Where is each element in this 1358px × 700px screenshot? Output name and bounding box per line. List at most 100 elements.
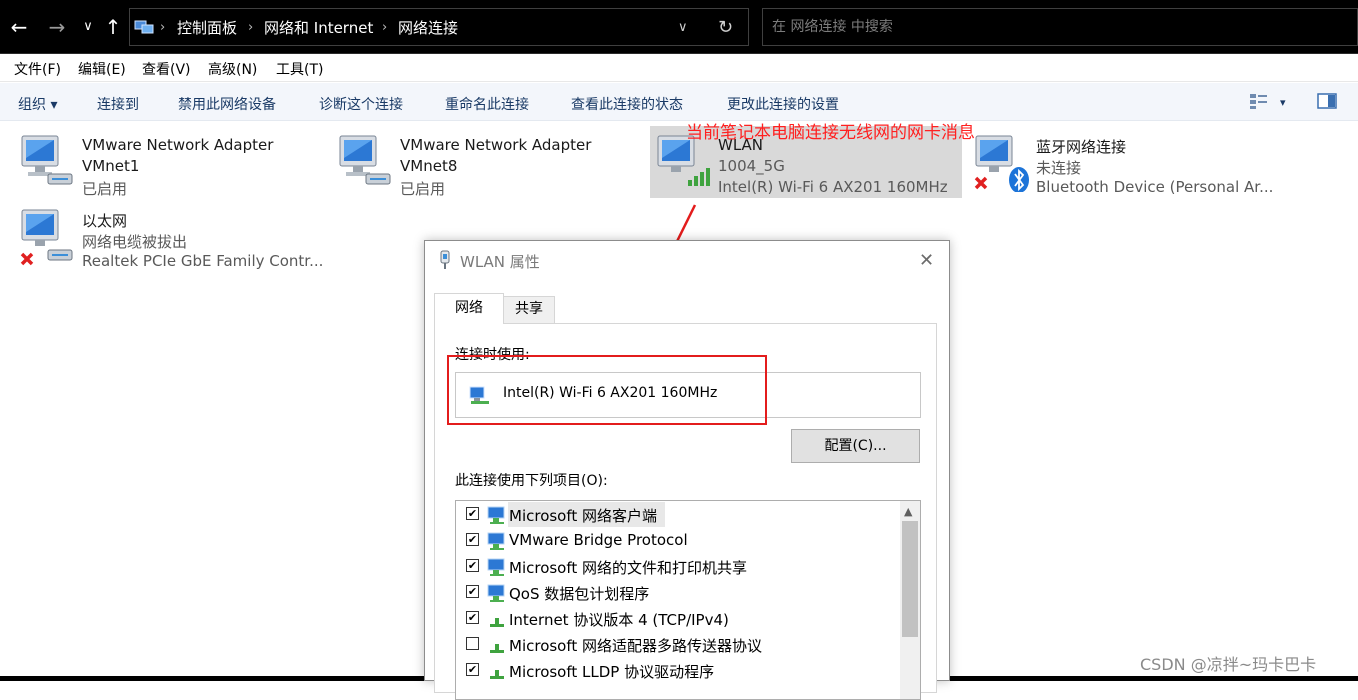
breadcrumb-separator: › xyxy=(248,20,254,35)
breadcrumb-control-panel[interactable]: 控制面板 xyxy=(177,9,237,47)
annotation-highlight-box xyxy=(447,355,767,425)
adapter-status: 已启用 xyxy=(82,180,128,198)
ethernet-adapter-icon xyxy=(20,209,73,266)
breadcrumb-separator: › xyxy=(160,20,166,35)
item-checkbox[interactable]: ✔ xyxy=(466,611,479,624)
list-item[interactable]: ✔ Microsoft 网络的文件和打印机共享 xyxy=(456,554,900,580)
connect-to-button[interactable]: 连接到 xyxy=(97,94,139,114)
tab-sharing[interactable]: 共享 xyxy=(503,296,555,323)
rename-button[interactable]: 重命名此连接 xyxy=(445,94,529,114)
item-label: VMware Bridge Protocol xyxy=(509,531,688,549)
adapter-vmnet1[interactable]: VMware Network Adapter VMnet1 已启用 xyxy=(14,126,314,204)
close-icon[interactable]: ✕ xyxy=(919,250,934,271)
wlan-properties-dialog: WLAN 属性 ✕ 网络 共享 连接时使用: Intel(R) Wi-Fi 6 … xyxy=(424,240,950,700)
item-checkbox[interactable]: ✔ xyxy=(466,663,479,676)
item-checkbox[interactable]: ✔ xyxy=(466,585,479,598)
view-dropdown-icon[interactable]: ▾ xyxy=(1280,96,1286,109)
network-client-icon xyxy=(487,506,505,524)
adapter-status: 网络电缆被拔出 xyxy=(82,233,188,251)
adapter-status: 未连接 xyxy=(1036,159,1082,177)
item-label: Microsoft 网络适配器多路传送器协议 xyxy=(509,637,763,655)
window-bottom-edge xyxy=(0,676,424,681)
bluetooth-adapter-icon xyxy=(974,135,1029,192)
protocol-icon xyxy=(490,618,504,627)
path-box[interactable]: › 控制面板 › 网络和 Internet › 网络连接 ∨ ↻ xyxy=(129,8,749,46)
adapter-name: 以太网 xyxy=(82,212,128,230)
protocol-icon xyxy=(490,670,504,679)
connection-items-list: ✔ Microsoft 网络客户端 ✔ VMware Bridge Protoc… xyxy=(455,500,921,700)
annotation-text: 当前笔记本电脑连接无线网的网卡消息 xyxy=(686,123,975,143)
disable-device-button[interactable]: 禁用此网络设备 xyxy=(178,94,276,114)
adapter-name: VMware Network Adapter xyxy=(400,136,592,154)
items-label: 此连接使用下列项目(O): xyxy=(455,473,608,489)
diagnose-button[interactable]: 诊断这个连接 xyxy=(319,94,403,114)
breadcrumb-network-connections[interactable]: 网络连接 xyxy=(398,9,458,47)
dialog-adapter-icon xyxy=(440,250,450,269)
list-item[interactable]: Microsoft 网络适配器多路传送器协议 xyxy=(456,632,900,658)
network-adapter-icon xyxy=(339,135,391,185)
list-item[interactable]: ✔ Internet 协议版本 4 (TCP/IPv4) xyxy=(456,606,900,632)
list-item[interactable]: ✔ Microsoft 网络客户端 xyxy=(456,502,900,528)
network-client-icon xyxy=(487,558,505,576)
adapter-network-name: 1004_5G xyxy=(718,157,785,175)
recent-locations-chevron-icon[interactable]: ∨ xyxy=(78,14,98,40)
menu-tools[interactable]: 工具(T) xyxy=(276,59,323,79)
protocol-icon xyxy=(490,644,504,653)
search-box xyxy=(762,8,1358,46)
item-label: QoS 数据包计划程序 xyxy=(509,585,650,603)
tab-network[interactable]: 网络 xyxy=(434,293,504,324)
list-item[interactable]: ✔ VMware Bridge Protocol xyxy=(456,528,900,554)
adapter-name-line2: VMnet8 xyxy=(400,157,458,175)
address-history-dropdown-icon[interactable]: ∨ xyxy=(678,9,688,47)
refresh-icon[interactable]: ↻ xyxy=(718,9,733,47)
adapter-bluetooth[interactable]: 蓝牙网络连接 未连接 Bluetooth Device (Personal Ar… xyxy=(968,126,1288,204)
item-checkbox[interactable] xyxy=(466,637,479,650)
forward-arrow-icon[interactable]: → xyxy=(44,14,70,40)
network-connections-icon xyxy=(134,20,154,34)
list-scrollbar[interactable]: ▲ xyxy=(900,501,920,699)
scroll-thumb[interactable] xyxy=(902,521,918,637)
adapter-ethernet[interactable]: 以太网 网络电缆被拔出 Realtek PCIe GbE Family Cont… xyxy=(14,200,334,278)
adapter-name: 蓝牙网络连接 xyxy=(1036,138,1127,156)
list-item[interactable]: ✔ Microsoft LLDP 协议驱动程序 xyxy=(456,658,900,684)
command-bar: 组织 ▾ 连接到 禁用此网络设备 诊断这个连接 重命名此连接 查看此连接的状态 … xyxy=(0,83,1358,121)
view-status-button[interactable]: 查看此连接的状态 xyxy=(571,94,683,114)
adapter-name: VMware Network Adapter xyxy=(82,136,274,154)
adapter-device: Intel(R) Wi-Fi 6 AX201 160MHz xyxy=(718,178,948,196)
window-bottom-edge xyxy=(950,676,1358,681)
list-item[interactable]: ✔ QoS 数据包计划程序 xyxy=(456,580,900,606)
adapter-name-line2: VMnet1 xyxy=(82,157,140,175)
adapter-device: Realtek PCIe GbE Family Contr... xyxy=(82,252,324,270)
change-settings-button[interactable]: 更改此连接的设置 xyxy=(727,94,839,114)
menu-advanced[interactable]: 高级(N) xyxy=(208,59,257,79)
item-checkbox[interactable]: ✔ xyxy=(466,559,479,572)
item-label: Microsoft 网络客户端 xyxy=(509,507,658,525)
item-label: Microsoft LLDP 协议驱动程序 xyxy=(509,663,715,681)
breadcrumb-separator: › xyxy=(382,20,388,35)
menu-view[interactable]: 查看(V) xyxy=(142,59,191,79)
adapter-device: Bluetooth Device (Personal Ar... xyxy=(1036,178,1274,196)
item-checkbox[interactable]: ✔ xyxy=(466,507,479,520)
item-label: Microsoft 网络的文件和打印机共享 xyxy=(509,559,748,577)
adapter-status: 已启用 xyxy=(400,180,446,198)
organize-button[interactable]: 组织 ▾ xyxy=(18,94,57,114)
address-bar: ← → ∨ ↑ › 控制面板 › 网络和 Internet › 网络连接 ∨ ↻ xyxy=(0,0,1358,54)
network-client-icon xyxy=(487,532,505,550)
breadcrumb-network-internet[interactable]: 网络和 Internet xyxy=(264,9,373,47)
item-label: Internet 协议版本 4 (TCP/IPv4) xyxy=(509,611,729,629)
dialog-title: WLAN 属性 xyxy=(460,253,540,271)
menu-bar: 文件(F) 编辑(E) 查看(V) 高级(N) 工具(T) xyxy=(0,54,1358,82)
menu-file[interactable]: 文件(F) xyxy=(14,59,61,79)
search-input[interactable] xyxy=(763,9,1357,45)
preview-pane-icon[interactable] xyxy=(1317,92,1337,110)
scroll-up-arrow-icon[interactable]: ▲ xyxy=(904,505,912,518)
configure-button[interactable]: 配置(C)... xyxy=(791,429,920,463)
network-client-icon xyxy=(487,584,505,602)
change-view-icon[interactable] xyxy=(1249,92,1269,110)
adapter-vmnet8[interactable]: VMware Network Adapter VMnet8 已启用 xyxy=(332,126,632,204)
back-arrow-icon[interactable]: ← xyxy=(6,14,32,40)
watermark: CSDN @凉拌~玛卡巴卡 xyxy=(1140,655,1317,674)
item-checkbox[interactable]: ✔ xyxy=(466,533,479,546)
up-arrow-icon[interactable]: ↑ xyxy=(102,14,124,40)
menu-edit[interactable]: 编辑(E) xyxy=(78,59,126,79)
